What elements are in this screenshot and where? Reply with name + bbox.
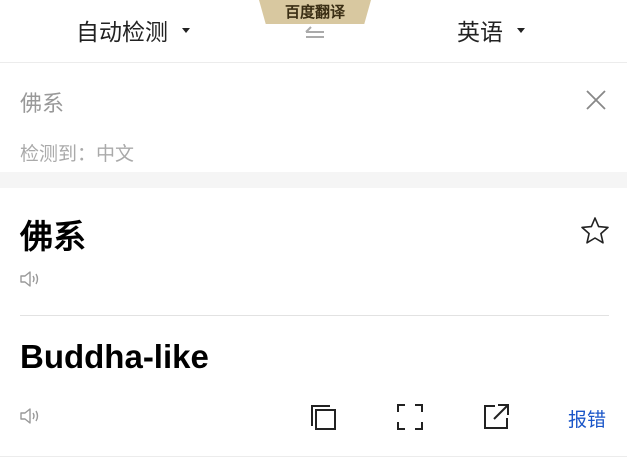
speaker-icon[interactable] (19, 269, 43, 289)
speaker-icon[interactable] (19, 406, 43, 426)
source-language-label: 自动检测 (76, 20, 168, 46)
detected-language-text: 检测到：中文 (20, 143, 135, 165)
close-icon[interactable] (585, 89, 607, 111)
star-icon[interactable] (579, 215, 611, 247)
fullscreen-icon[interactable] (395, 402, 425, 432)
share-icon[interactable] (481, 402, 511, 432)
source-text-input[interactable]: 佛系 (20, 86, 64, 118)
source-language-dropdown[interactable]: 自动检测 (76, 12, 190, 48)
copy-icon[interactable] (308, 402, 338, 432)
translation-result: Buddha-like (20, 338, 209, 375)
result-divider (20, 315, 609, 316)
swap-arrow-icon[interactable] (302, 24, 328, 42)
source-word-heading: 佛系 (20, 217, 86, 256)
caret-down-icon (517, 27, 525, 33)
target-language-dropdown[interactable]: 英语 (457, 12, 525, 48)
report-error-link[interactable]: 报错 (568, 405, 606, 432)
brand-badge: 百度翻译 (259, 0, 371, 24)
section-separator (0, 172, 627, 188)
target-language-label: 英语 (457, 20, 503, 46)
language-bar: 自动检测 百度翻译 英语 (0, 0, 627, 63)
caret-down-icon (182, 27, 190, 33)
bottom-divider (0, 456, 627, 457)
